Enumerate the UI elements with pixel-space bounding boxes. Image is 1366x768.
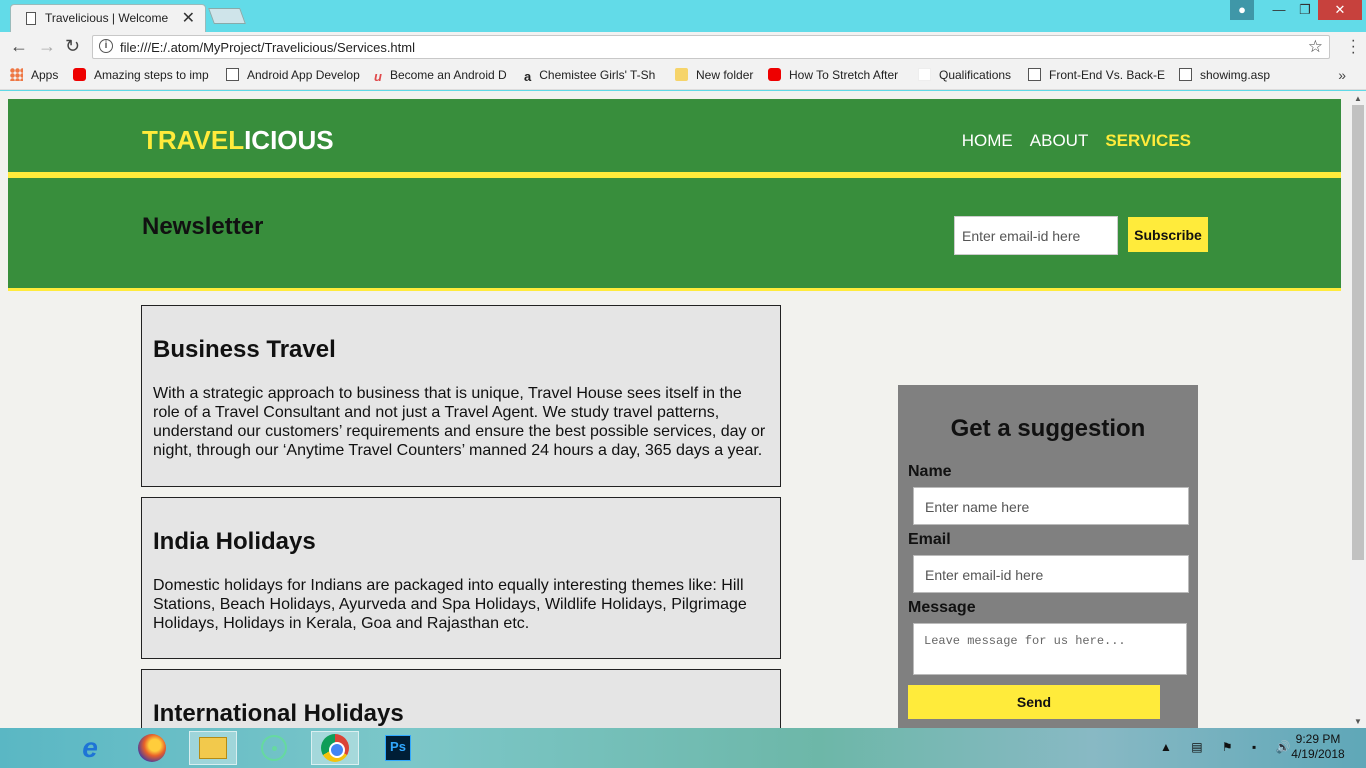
card-text: With a strategic approach to business th… bbox=[153, 385, 766, 459]
photoshop-icon: Ps bbox=[385, 735, 411, 761]
page-icon bbox=[226, 68, 239, 81]
bookmark-item[interactable]: Qualifications bbox=[918, 68, 1011, 82]
newsletter-email-input[interactable]: Enter email-id here bbox=[954, 216, 1118, 255]
clock-date: 4/19/2018 bbox=[1291, 747, 1345, 761]
youtube-icon bbox=[73, 68, 86, 81]
bookmark-folder[interactable]: New folder bbox=[675, 68, 753, 82]
taskbar-atom[interactable] bbox=[250, 731, 298, 765]
bookmark-item[interactable]: a Chemistee Girls' T-Sh bbox=[524, 68, 655, 84]
nav-about-link[interactable]: ABOUT bbox=[1030, 131, 1089, 151]
send-button[interactable]: Send bbox=[908, 685, 1160, 719]
scroll-up-icon[interactable]: ▲ bbox=[1354, 94, 1362, 103]
tab-title: Travelicious | Welcome bbox=[45, 11, 169, 25]
bookmark-item[interactable]: u Become an Android D bbox=[374, 68, 507, 84]
address-bar[interactable]: i file:///E:/.atom/MyProject/Traveliciou… bbox=[92, 35, 1330, 59]
page-icon bbox=[1179, 68, 1192, 81]
message-textarea[interactable]: Leave message for us here... bbox=[913, 623, 1187, 675]
newsletter-section: Newsletter Enter email-id here Subscribe bbox=[8, 178, 1341, 291]
bookmark-apps[interactable]: Apps bbox=[10, 68, 58, 82]
browser-tab[interactable]: Travelicious | Welcome ✕ bbox=[10, 4, 206, 32]
site-header: TRAVELICIOUS HOME ABOUT SERVICES bbox=[8, 99, 1341, 172]
main-nav: HOME ABOUT SERVICES bbox=[962, 131, 1191, 151]
atom-icon bbox=[261, 735, 287, 761]
card-title: India Holidays bbox=[153, 528, 316, 555]
internet-explorer-icon: e bbox=[82, 732, 98, 763]
email-input[interactable]: Enter email-id here bbox=[913, 555, 1189, 593]
bookmark-item[interactable]: Amazing steps to imp bbox=[73, 68, 209, 82]
taskbar-photoshop[interactable]: Ps bbox=[374, 731, 422, 765]
page-scrollbar[interactable]: ▲ ▼ bbox=[1350, 91, 1366, 728]
user-icon[interactable]: ● bbox=[1230, 0, 1254, 20]
amazon-icon: a bbox=[524, 69, 532, 84]
service-card-business: Business Travel With a strategic approac… bbox=[141, 305, 781, 487]
taskbar-explorer[interactable] bbox=[189, 731, 237, 765]
system-tray[interactable]: ▲ ▤ ⚑ ▪ 🔊 bbox=[1160, 740, 1299, 754]
maximize-icon[interactable]: ❐ bbox=[1292, 0, 1318, 20]
menu-icon[interactable]: · · · bbox=[1351, 33, 1356, 61]
bookmarks-more-icon[interactable]: » bbox=[1338, 67, 1346, 83]
site-logo[interactable]: TRAVELICIOUS bbox=[142, 125, 334, 156]
taskbar-clock[interactable]: 9:29 PM 4/19/2018 bbox=[1280, 732, 1356, 762]
subscribe-button[interactable]: Subscribe bbox=[1128, 217, 1208, 252]
scroll-thumb[interactable] bbox=[1352, 105, 1364, 560]
browser-titlebar: Travelicious | Welcome ✕ ● — ❐ ✕ bbox=[0, 0, 1366, 32]
nav-home-link[interactable]: HOME bbox=[962, 131, 1013, 151]
taskbar-firefox[interactable] bbox=[128, 731, 176, 765]
window-controls: ● — ❐ ✕ bbox=[1230, 0, 1362, 20]
bookmark-item[interactable]: How To Stretch After bbox=[768, 68, 898, 82]
minimize-icon[interactable]: — bbox=[1266, 0, 1292, 20]
blank-icon bbox=[918, 68, 931, 81]
folder-icon bbox=[675, 68, 688, 81]
chrome-icon bbox=[321, 734, 349, 762]
service-card-international: International Holidays bbox=[141, 669, 781, 728]
suggestion-title: Get a suggestion bbox=[950, 415, 1146, 442]
file-explorer-icon bbox=[199, 737, 227, 759]
card-text: Domestic holidays for Indians are packag… bbox=[153, 577, 747, 632]
card-title: Business Travel bbox=[153, 336, 336, 363]
taskbar-chrome[interactable] bbox=[311, 731, 359, 765]
page-viewport: TRAVELICIOUS HOME ABOUT SERVICES Newslet… bbox=[0, 91, 1350, 728]
nav-services-link[interactable]: SERVICES bbox=[1105, 131, 1191, 151]
udemy-icon: u bbox=[374, 69, 382, 84]
bookmarks-bar: Apps Amazing steps to imp Android App De… bbox=[0, 62, 1366, 90]
new-tab-button[interactable] bbox=[208, 8, 246, 24]
service-card-india: India Holidays Domestic holidays for Ind… bbox=[141, 497, 781, 659]
close-window-icon[interactable]: ✕ bbox=[1318, 0, 1362, 20]
bookmark-item[interactable]: showimg.asp bbox=[1179, 68, 1270, 82]
bookmark-item[interactable]: Android App Develop bbox=[226, 68, 360, 82]
browser-toolbar: ← → ↻ i file:///E:/.atom/MyProject/Trave… bbox=[0, 32, 1366, 62]
forward-icon[interactable]: → bbox=[38, 36, 56, 57]
windows-taskbar: e Ps ▲ ▤ ⚑ ▪ 🔊 9:29 PM 4/19/2018 bbox=[0, 728, 1366, 768]
newsletter-title: Newsletter bbox=[142, 213, 264, 240]
bookmark-star-icon[interactable]: ☆ bbox=[1308, 37, 1323, 57]
name-input[interactable]: Enter name here bbox=[913, 487, 1189, 525]
clock-time: 9:29 PM bbox=[1295, 732, 1341, 746]
message-label: Message bbox=[908, 599, 976, 616]
card-title: International Holidays bbox=[153, 700, 404, 727]
page-icon bbox=[26, 12, 36, 25]
close-tab-icon[interactable]: ✕ bbox=[182, 8, 195, 28]
scroll-down-icon[interactable]: ▼ bbox=[1354, 717, 1362, 726]
reload-icon[interactable]: ↻ bbox=[65, 36, 80, 57]
taskbar-ie[interactable]: e bbox=[66, 731, 114, 765]
youtube-icon bbox=[768, 68, 781, 81]
back-icon[interactable]: ← bbox=[10, 36, 28, 57]
firefox-icon bbox=[138, 734, 166, 762]
email-label: Email bbox=[908, 531, 951, 548]
page-icon bbox=[1028, 68, 1041, 81]
bookmark-item[interactable]: Front-End Vs. Back-E bbox=[1028, 68, 1165, 82]
apps-grid-icon bbox=[10, 68, 23, 81]
suggestion-form: Get a suggestion Name Enter name here Em… bbox=[898, 385, 1198, 728]
name-label: Name bbox=[908, 463, 952, 480]
info-icon[interactable]: i bbox=[99, 39, 113, 53]
url-text[interactable]: file:///E:/.atom/MyProject/Travelicious/… bbox=[120, 40, 415, 55]
